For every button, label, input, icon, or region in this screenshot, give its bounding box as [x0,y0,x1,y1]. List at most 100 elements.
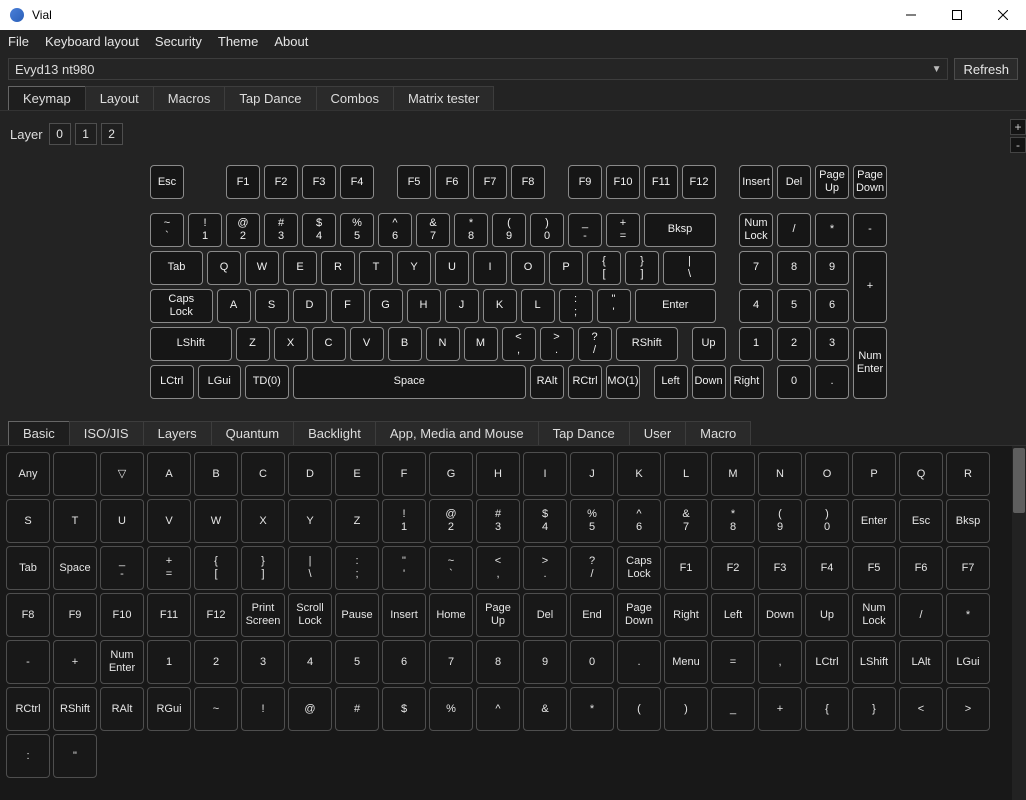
key-+[interactable]: + [853,251,887,323]
palette-tab-backlight[interactable]: Backlight [293,421,376,445]
key-u[interactable]: U [435,251,469,285]
key-5[interactable]: 5 [777,289,811,323]
palette-tab-quantum[interactable]: Quantum [211,421,294,445]
key-l[interactable]: L [521,289,555,323]
key-*[interactable]: * [815,213,849,247]
palette-key-126[interactable]: : [6,734,50,778]
key-$-4[interactable]: $ 4 [302,213,336,247]
key-enter[interactable]: Enter [635,289,717,323]
palette-tab-tap-dance[interactable]: Tap Dance [538,421,630,445]
key-x[interactable]: X [274,327,308,361]
palette-key-97[interactable]: . [617,640,661,684]
key-lshift[interactable]: LShift [150,327,232,361]
palette-key-15[interactable]: M [711,452,755,496]
palette-key-6[interactable]: D [288,452,332,496]
palette-key-36[interactable]: * 8 [711,499,755,543]
key-f9[interactable]: F9 [568,165,602,199]
window-close-button[interactable] [980,0,1026,30]
key-8[interactable]: 8 [777,251,811,285]
window-minimize-button[interactable] [888,0,934,30]
key-.[interactable]: . [815,365,849,399]
palette-key-5[interactable]: C [241,452,285,496]
key-ralt[interactable]: RAlt [530,365,564,399]
palette-key-107[interactable]: RAlt [100,687,144,731]
palette-key-65[interactable]: F10 [100,593,144,637]
key-?-/[interactable]: ? / [578,327,612,361]
key-r[interactable]: R [321,251,355,285]
palette-key-8[interactable]: F [382,452,426,496]
palette-key-124[interactable]: < [899,687,943,731]
palette-key-102[interactable]: LShift [852,640,896,684]
key-3[interactable]: 3 [815,327,849,361]
palette-key-119[interactable]: ) [664,687,708,731]
palette-key-111[interactable]: @ [288,687,332,731]
key-{-[[interactable]: { [ [587,251,621,285]
palette-key-10[interactable]: H [476,452,520,496]
palette-key-103[interactable]: LAlt [899,640,943,684]
palette-key-49[interactable]: : ; [335,546,379,590]
key-s[interactable]: S [255,289,289,323]
key-z[interactable]: Z [236,327,270,361]
palette-tab-basic[interactable]: Basic [8,421,70,445]
tab-tap-dance[interactable]: Tap Dance [224,86,316,110]
key-f5[interactable]: F5 [397,165,431,199]
palette-key-29[interactable]: ! 1 [382,499,426,543]
key-f2[interactable]: F2 [264,165,298,199]
palette-key-40[interactable]: Esc [899,499,943,543]
key-f1[interactable]: F1 [226,165,260,199]
palette-key-30[interactable]: @ 2 [429,499,473,543]
key-lctrl[interactable]: LCtrl [150,365,194,399]
palette-key-115[interactable]: ^ [476,687,520,731]
key-f8[interactable]: F8 [511,165,545,199]
palette-key-31[interactable]: # 3 [476,499,520,543]
palette-key-108[interactable]: RGui [147,687,191,731]
palette-key-56[interactable]: F1 [664,546,708,590]
palette-key-54[interactable]: ? / [570,546,614,590]
palette-key-78[interactable]: Left [711,593,755,637]
key-tab[interactable]: Tab [150,251,203,285]
palette-key-11[interactable]: I [523,452,567,496]
key-caps-lock[interactable]: Caps Lock [150,289,213,323]
palette-key-48[interactable]: | \ [288,546,332,590]
palette-key-18[interactable]: P [852,452,896,496]
key-^-6[interactable]: ^ 6 [378,213,412,247]
key-p[interactable]: P [549,251,583,285]
palette-key-46[interactable]: { [ [194,546,238,590]
key-rshift[interactable]: RShift [616,327,679,361]
palette-key-12[interactable]: J [570,452,614,496]
key-f6[interactable]: F6 [435,165,469,199]
key-mo(1)[interactable]: MO(1) [606,365,640,399]
layer-button-0[interactable]: 0 [49,123,71,145]
palette-key-66[interactable]: F11 [147,593,191,637]
key-n[interactable]: N [426,327,460,361]
key--[interactable]: - [853,213,887,247]
palette-key-73[interactable]: Page Up [476,593,520,637]
window-maximize-button[interactable] [934,0,980,30]
palette-key-86[interactable]: Num Enter [100,640,144,684]
palette-key-19[interactable]: Q [899,452,943,496]
key-i[interactable]: I [473,251,507,285]
key-td(0)[interactable]: TD(0) [245,365,289,399]
palette-key-120[interactable]: _ [711,687,755,731]
palette-key-122[interactable]: { [805,687,849,731]
palette-key-101[interactable]: LCtrl [805,640,849,684]
palette-key-1[interactable] [53,452,97,496]
key-c[interactable]: C [312,327,346,361]
tab-combos[interactable]: Combos [316,86,394,110]
palette-key-125[interactable]: > [946,687,990,731]
key-down[interactable]: Down [692,365,726,399]
palette-key-89[interactable]: 3 [241,640,285,684]
tab-macros[interactable]: Macros [153,86,226,110]
palette-key-123[interactable]: } [852,687,896,731]
palette-key-83[interactable]: * [946,593,990,637]
key-1[interactable]: 1 [739,327,773,361]
key-0[interactable]: 0 [777,365,811,399]
palette-key-27[interactable]: Y [288,499,332,543]
palette-key-62[interactable]: F7 [946,546,990,590]
palette-key-25[interactable]: W [194,499,238,543]
palette-key-121[interactable]: + [758,687,802,731]
device-select[interactable]: Evyd13 nt980 ▼ [8,58,948,80]
palette-key-24[interactable]: V [147,499,191,543]
palette-key-20[interactable]: R [946,452,990,496]
key-2[interactable]: 2 [777,327,811,361]
